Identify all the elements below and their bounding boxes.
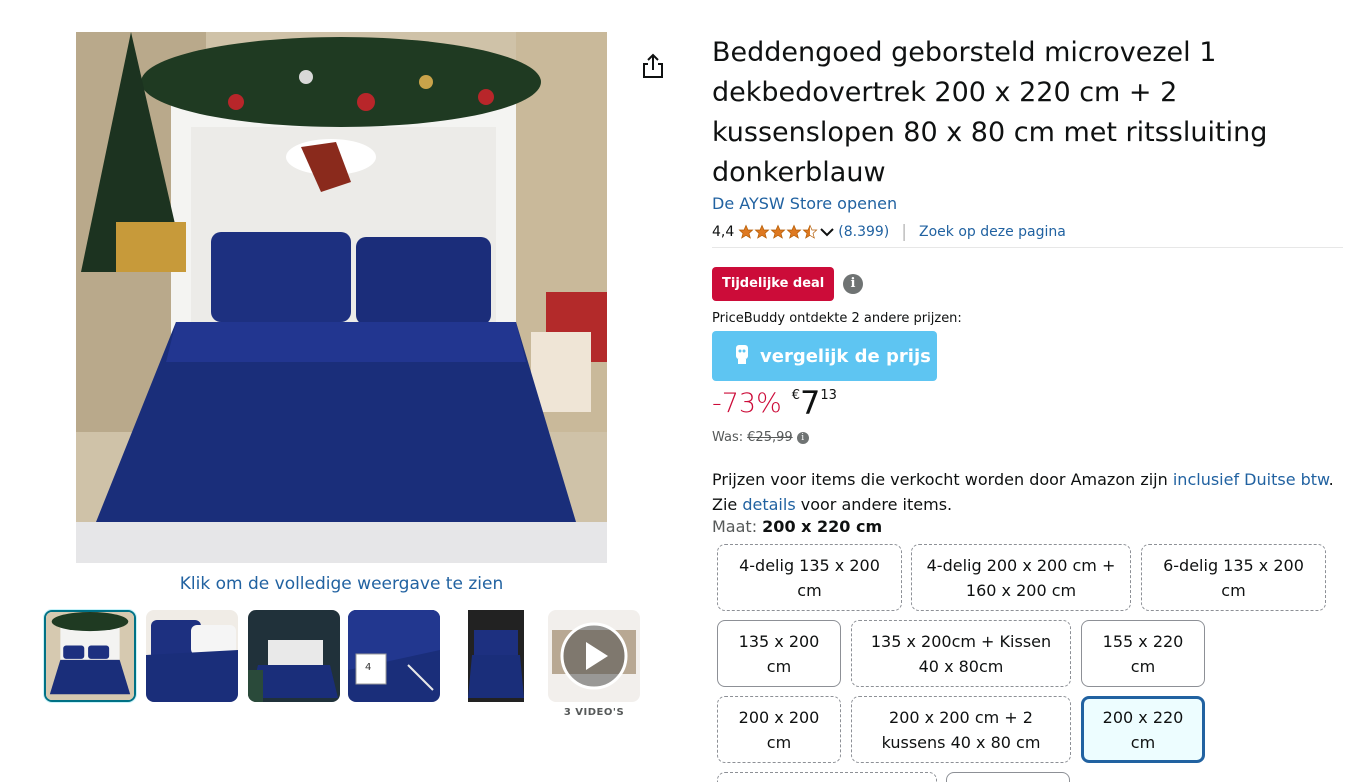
thumbnail-5[interactable] [450, 610, 542, 702]
size-option[interactable]: 135 x 200cm + Kissen 40 x 80cm [851, 620, 1071, 687]
thumbnail-4[interactable]: 4 [348, 610, 440, 702]
size-option[interactable]: 4-delig 200 x 200 cm + 160 x 200 cm [911, 544, 1131, 611]
tax-vat-link[interactable]: inclusief Duitse btw [1173, 470, 1329, 489]
was-label: Was: [712, 430, 744, 445]
star-icon [770, 224, 786, 239]
tax-info: Prijzen voor items die verkocht worden d… [712, 467, 1342, 517]
main-product-image[interactable] [76, 32, 607, 563]
discount-percent: -73% [712, 388, 782, 419]
tax-details-link[interactable]: details [742, 495, 795, 514]
size-option[interactable]: 200 x 200 cm [717, 696, 841, 763]
size-option[interactable]: 135 x 200 cm [717, 620, 841, 687]
size-option-partial[interactable] [946, 772, 1070, 782]
size-option[interactable]: 4-delig 135 x 200 cm [717, 544, 902, 611]
info-icon[interactable]: i [843, 274, 863, 294]
video-thumbnail[interactable] [548, 610, 640, 702]
divider: | [901, 222, 908, 242]
search-page-link[interactable]: Zoek op deze pagina [919, 224, 1066, 240]
size-option[interactable]: 155 x 220 cm [1081, 620, 1205, 687]
tax-text-1: Prijzen voor items die verkocht worden d… [712, 470, 1173, 489]
star-icon [754, 224, 770, 239]
pricebuddy-button-label: vergelijk de prijs [760, 345, 931, 367]
divider-line [712, 247, 1343, 248]
size-selected-value: 200 x 220 cm [762, 517, 883, 536]
info-icon[interactable]: i [796, 431, 809, 444]
star-icon [738, 224, 754, 239]
size-option-selected[interactable]: 200 x 220 cm [1081, 696, 1205, 763]
size-option[interactable]: 6-delig 135 x 200 cm [1141, 544, 1326, 611]
thumbnail-1[interactable] [44, 610, 136, 702]
was-price-row: Was: €25,99 i [712, 430, 809, 445]
rating-row: 4,4 (8.399) | Zoek op deze pagina [712, 222, 1066, 242]
size-option-partial[interactable] [717, 772, 937, 782]
store-link[interactable]: De AYSW Store openen [712, 194, 897, 213]
thumbnail-2[interactable] [146, 610, 238, 702]
price-currency: € [791, 388, 801, 403]
zoom-hint-link[interactable]: Klik om de volledige weergave te zien [76, 574, 607, 594]
thumbnail-box-label: 4 [365, 662, 372, 673]
price-fraction: 13 [820, 388, 837, 403]
rating-value: 4,4 [712, 224, 735, 240]
tax-text-3: voor andere items. [795, 495, 953, 514]
deal-badge: Tijdelijke deal [712, 267, 835, 301]
size-option[interactable]: 200 x 200 cm + 2 kussens 40 x 80 cm [851, 696, 1071, 763]
size-label-text: Maat: [712, 517, 758, 536]
video-count-label: 3 VIDEO'S [563, 707, 625, 718]
pricebuddy-mascot-icon [732, 343, 752, 370]
pricebuddy-text: PriceBuddy ontdekte 2 andere prijzen: [712, 311, 962, 326]
thumbnail-3[interactable] [248, 610, 340, 702]
price-whole: 7 [800, 384, 821, 422]
rating-count-link[interactable]: (8.399) [838, 224, 889, 240]
chevron-down-icon[interactable] [820, 227, 834, 237]
star-half-icon [802, 224, 818, 239]
was-price: €25,99 [747, 430, 793, 445]
share-icon[interactable] [640, 52, 666, 80]
product-title: Beddengoed geborsteld microvezel 1 dekbe… [712, 37, 1268, 188]
star-icon [786, 224, 802, 239]
price-block: -73% € 7 13 [712, 384, 837, 424]
size-label: Maat: 200 x 220 cm [712, 517, 882, 536]
star-rating[interactable] [738, 224, 818, 240]
pricebuddy-compare-button[interactable]: vergelijk de prijs [712, 331, 937, 381]
